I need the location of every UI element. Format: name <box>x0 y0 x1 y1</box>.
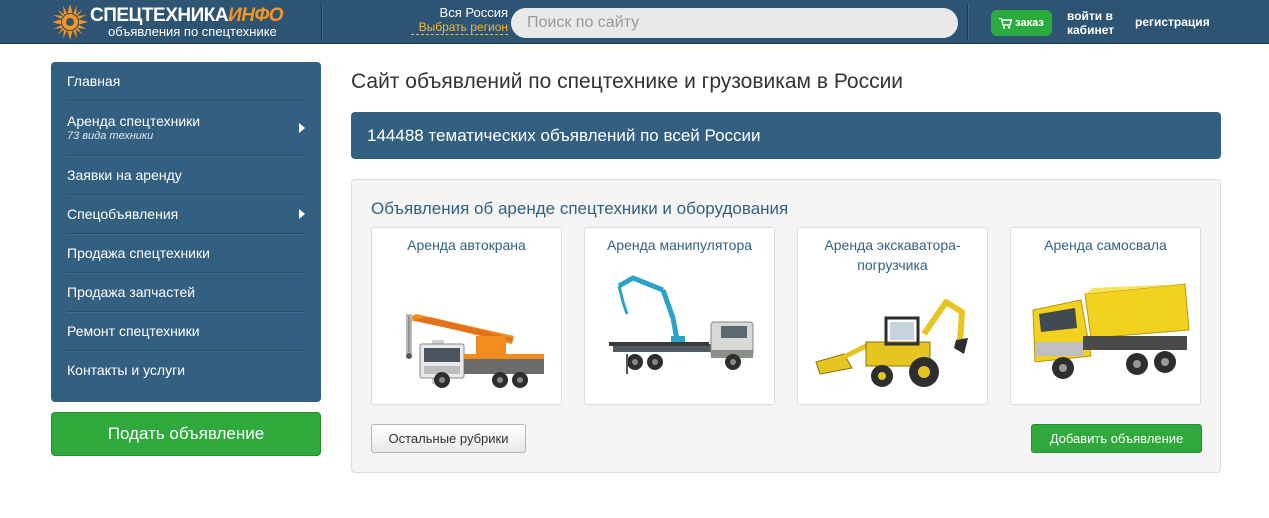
sidebar-item-label: Заявки на аренду <box>67 166 182 183</box>
category-card-title[interactable]: Аренда экскаватора-погрузчика <box>804 235 981 275</box>
sidebar-item-label: Продажа запчастей <box>67 283 196 300</box>
dump-truck-image <box>1032 283 1190 379</box>
sidebar-item-rent[interactable]: Аренда спецтехники 73 вида техники <box>67 101 305 156</box>
category-card-truck-crane[interactable]: Аренда автокрана <box>371 227 562 405</box>
sidebar-item-sale-machinery[interactable]: Продажа спецтехники <box>67 234 305 273</box>
login-link[interactable]: войти в кабинет <box>1067 9 1127 37</box>
chevron-right-icon <box>299 123 305 133</box>
sidebar-item-label: Контакты и услуги <box>67 362 186 378</box>
sidebar-item-sublabel: 73 вида техники <box>67 130 154 142</box>
post-ad-button[interactable]: Подать объявление <box>51 412 321 456</box>
category-card-dump-truck[interactable]: Аренда самосвала <box>1010 227 1201 405</box>
rental-categories-panel: Объявления об аренде спецтехники и обору… <box>351 179 1221 473</box>
order-button[interactable]: заказ <box>991 10 1052 36</box>
sidebar-item-label: Аренда спецтехники <box>67 113 201 129</box>
sidebar-item-label: Ремонт спецтехники <box>67 322 200 339</box>
sidebar-item-label: Главная <box>67 72 121 89</box>
panel-title[interactable]: Объявления об аренде спецтехники и обору… <box>371 199 788 219</box>
sidebar-item-contacts[interactable]: Контакты и услуги <box>67 351 305 390</box>
sidebar-menu: Главная Аренда спецтехники 73 вида техни… <box>51 62 321 402</box>
truck-crane-image <box>406 314 544 388</box>
logo-title: СПЕЦТЕХНИКАИНФО <box>90 5 284 26</box>
category-card-backhoe-loader[interactable]: Аренда экскаватора-погрузчика <box>797 227 988 405</box>
sidebar-item-home[interactable]: Главная <box>67 62 305 101</box>
sidebar-item-label: Продажа спецтехники <box>67 244 210 261</box>
header-divider <box>321 4 322 40</box>
top-header: СПЕЦТЕХНИКАИНФО объявления по спецтехник… <box>0 0 1269 44</box>
logo-main-text: СПЕЦТЕХНИКА <box>90 5 229 26</box>
region-selector: Вся Россия Выбрать регион <box>402 6 508 35</box>
register-link[interactable]: регистрация <box>1135 15 1210 29</box>
category-card-manipulator[interactable]: Аренда манипулятора <box>584 227 775 405</box>
order-label: заказ <box>1015 17 1044 29</box>
add-ad-button[interactable]: Добавить объявление <box>1031 424 1202 453</box>
header-divider <box>967 4 968 40</box>
cart-icon <box>999 17 1013 29</box>
choose-region-link[interactable]: Выбрать регион <box>411 20 508 35</box>
logo-accent-text: ИНФО <box>228 5 284 26</box>
other-categories-button[interactable]: Остальные рубрики <box>371 424 526 453</box>
page-title: Сайт объявлений по спецтехнике и грузови… <box>351 70 904 93</box>
ads-count-banner: 144488 тематических объявлений по всей Р… <box>351 112 1221 159</box>
manipulator-truck-image <box>609 275 754 374</box>
sidebar-item-sale-parts[interactable]: Продажа запчастей <box>67 273 305 312</box>
sun-logo-icon <box>52 4 88 40</box>
sidebar-item-label: Спецобъявления <box>67 205 179 222</box>
backhoe-loader-image <box>815 299 968 387</box>
category-card-title[interactable]: Аренда манипулятора <box>591 235 768 255</box>
sidebar-item-repair[interactable]: Ремонт спецтехники <box>67 312 305 351</box>
category-card-title[interactable]: Аренда самосвала <box>1017 235 1194 255</box>
search-input[interactable] <box>511 8 958 38</box>
category-card-title[interactable]: Аренда автокрана <box>378 235 555 255</box>
sidebar-item-rent-requests[interactable]: Заявки на аренду <box>67 156 305 195</box>
chevron-right-icon <box>299 209 305 219</box>
ads-count-text: 144488 тематических объявлений по всей Р… <box>367 125 761 145</box>
region-name: Вся Россия <box>439 5 508 20</box>
sidebar-item-special-ads[interactable]: Спецобъявления <box>67 195 305 234</box>
logo-subtitle: объявления по спецтехнике <box>108 24 277 39</box>
site-logo[interactable]: СПЕЦТЕХНИКАИНФО объявления по спецтехник… <box>52 2 314 42</box>
